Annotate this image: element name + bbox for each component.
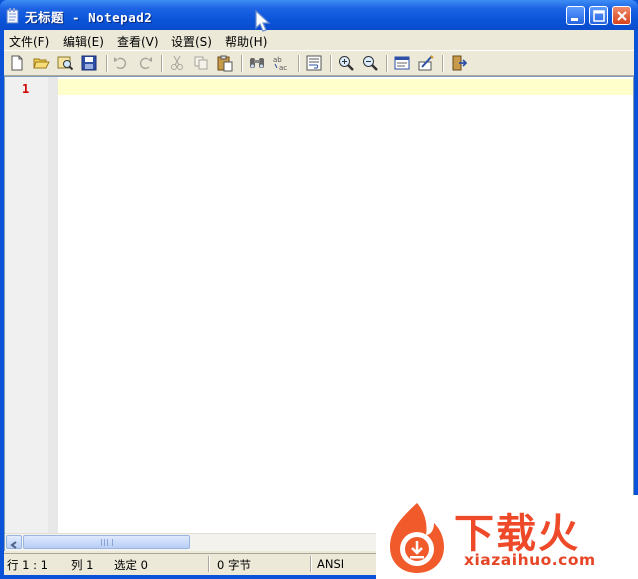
replace-icon[interactable]: ab ac bbox=[272, 54, 290, 72]
title-bar[interactable]: 无标题 - Notepad2 bbox=[0, 0, 638, 30]
copy-icon[interactable] bbox=[192, 54, 210, 72]
status-bytes: 0 字节 bbox=[217, 558, 251, 572]
watermark: 下载火 xiazaihuo.com bbox=[376, 495, 638, 579]
toolbar-separator bbox=[241, 55, 243, 72]
menu-edit[interactable]: 编辑(E) bbox=[63, 33, 104, 50]
menu-help[interactable]: 帮助(H) bbox=[225, 33, 267, 50]
menu-view[interactable]: 查看(V) bbox=[117, 33, 159, 50]
redo-icon[interactable] bbox=[136, 54, 154, 72]
editor[interactable]: 1 bbox=[4, 76, 634, 551]
new-file-icon[interactable] bbox=[8, 54, 26, 72]
status-position: 行 1 : 1 bbox=[7, 558, 48, 572]
status-divider bbox=[208, 556, 210, 572]
maximize-button[interactable] bbox=[589, 6, 608, 25]
close-button[interactable] bbox=[612, 6, 631, 25]
find-icon[interactable] bbox=[248, 54, 266, 72]
grip-icon bbox=[101, 539, 113, 546]
notepad2-window: 无标题 - Notepad2 文件(F) 编辑(E) 查看(V) 设置(S) 帮… bbox=[0, 0, 638, 579]
status-divider bbox=[310, 556, 312, 572]
toolbar-separator bbox=[330, 55, 332, 72]
minimize-icon bbox=[571, 18, 578, 21]
toolbar-separator bbox=[161, 55, 163, 72]
notepad-app-icon bbox=[6, 8, 19, 24]
current-line-highlight[interactable] bbox=[58, 79, 633, 95]
minimize-button[interactable] bbox=[566, 6, 585, 25]
toolbar-separator bbox=[298, 55, 300, 72]
fold-margin[interactable] bbox=[48, 77, 58, 533]
toolbar: ab ac bbox=[4, 50, 634, 76]
customize-icon[interactable] bbox=[417, 54, 435, 72]
zoom-in-icon[interactable] bbox=[337, 54, 355, 72]
cut-icon[interactable] bbox=[168, 54, 186, 72]
toolbar-separator bbox=[106, 55, 108, 72]
undo-icon[interactable] bbox=[112, 54, 130, 72]
menu-bar: 文件(F) 编辑(E) 查看(V) 设置(S) 帮助(H) bbox=[4, 30, 634, 50]
paste-icon[interactable] bbox=[216, 54, 234, 72]
watermark-url: xiazaihuo.com bbox=[464, 551, 596, 569]
line-number: 1 bbox=[22, 82, 30, 96]
zoom-out-icon[interactable] bbox=[361, 54, 379, 72]
flame-logo-icon bbox=[390, 503, 444, 573]
status-selection: 选定 0 bbox=[114, 558, 148, 572]
client-area: 文件(F) 编辑(E) 查看(V) 设置(S) 帮助(H) ab ac 1 行 … bbox=[4, 30, 634, 575]
arrow-left-icon bbox=[10, 541, 17, 549]
svg-text:ab: ab bbox=[273, 56, 282, 64]
close-icon bbox=[617, 11, 627, 21]
maximize-icon bbox=[593, 10, 605, 22]
toolbar-separator bbox=[386, 55, 388, 72]
scroll-thumb[interactable] bbox=[23, 535, 190, 549]
menu-file[interactable]: 文件(F) bbox=[9, 33, 49, 50]
exit-icon[interactable] bbox=[449, 54, 468, 72]
open-folder-icon[interactable] bbox=[32, 54, 50, 72]
toolbar-separator bbox=[442, 55, 444, 72]
svg-text:ac: ac bbox=[279, 64, 287, 72]
schemes-icon[interactable] bbox=[393, 54, 411, 72]
save-icon[interactable] bbox=[80, 54, 98, 72]
line-number-gutter: 1 bbox=[5, 77, 49, 533]
status-column: 列 1 bbox=[71, 558, 94, 572]
menu-settings[interactable]: 设置(S) bbox=[171, 33, 212, 50]
mouse-pointer-icon bbox=[255, 10, 271, 32]
window-title: 无标题 - Notepad2 bbox=[25, 10, 153, 25]
scroll-left-button[interactable] bbox=[6, 535, 22, 549]
status-encoding: ANSI bbox=[317, 557, 345, 571]
browse-icon[interactable] bbox=[56, 54, 74, 72]
word-wrap-icon[interactable] bbox=[305, 54, 323, 72]
